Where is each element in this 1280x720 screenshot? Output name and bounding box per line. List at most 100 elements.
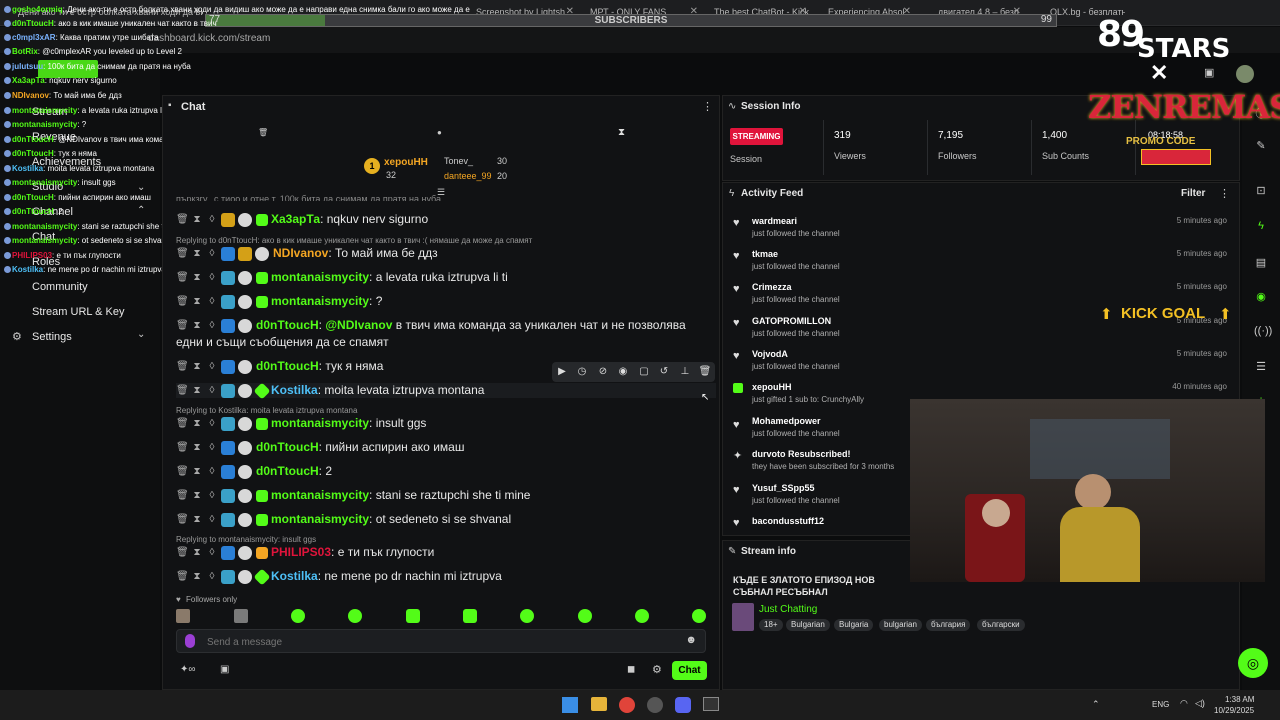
chat-rules-icon[interactable]: ◼ bbox=[627, 664, 635, 675]
volume-icon[interactable]: ◁) bbox=[1195, 698, 1205, 709]
app-icon[interactable] bbox=[647, 697, 663, 713]
chat-message[interactable]: 🗑 ⧗ ◊ montanaismycity: a levata ruka iztrup… bbox=[176, 270, 508, 285]
chat-bubble-icon[interactable]: ◉ bbox=[615, 364, 631, 380]
activity-time: 5 minutes ago bbox=[1176, 249, 1227, 258]
clock-time[interactable]: 1:38 AM bbox=[1225, 695, 1254, 704]
timeout-icon: ⧗ bbox=[193, 295, 201, 307]
category-link[interactable]: Just Chatting bbox=[759, 604, 817, 615]
chat-message[interactable]: 🗑 ⧗ ◊ d0nTtoucH: пийни аспирин ако имаш bbox=[176, 440, 464, 455]
chat-message-hovered[interactable]: 🗑 ⧗ ◊ Kostilka: moita levata iztrupva monta… bbox=[176, 382, 716, 400]
mute-icon[interactable]: ⊘ bbox=[595, 364, 611, 380]
gear-icon[interactable]: ⚙ bbox=[652, 663, 662, 676]
url-text[interactable]: dashboard.kick.com/stream bbox=[148, 33, 270, 44]
chat-message[interactable]: 🗑 ⧗ ◊ Ха3арТа: nqkuv nerv sigurno bbox=[176, 212, 428, 227]
clock-icon[interactable]: ◷ bbox=[574, 364, 590, 380]
undo-icon[interactable]: ↺ bbox=[656, 364, 672, 380]
sidebar-item-community[interactable]: Community bbox=[32, 281, 88, 293]
chat-message[interactable]: 🗑 ⧗ ◊ montanaismycity: stani se raztupchi s… bbox=[176, 488, 530, 503]
copy-icon[interactable]: ▢ bbox=[636, 364, 652, 380]
tag[interactable]: Bulgarian bbox=[786, 619, 830, 631]
chat-message-input[interactable] bbox=[207, 634, 667, 650]
chat-message[interactable]: 🗑 ⧗ ◊ PHILIPS03: е ти пък глупости bbox=[176, 545, 434, 560]
activity-name[interactable]: Mohamedpower bbox=[752, 416, 821, 426]
chevron-up-icon[interactable]: ⌃ bbox=[137, 205, 145, 216]
chat-bubble-icon[interactable]: ● bbox=[437, 128, 442, 137]
emote[interactable] bbox=[463, 609, 477, 623]
chat-message[interactable]: 🗑 ⧗ ◊ NDIvanov: То май има бе ддз bbox=[176, 246, 438, 261]
edit-icon[interactable]: ✎ bbox=[1254, 139, 1268, 153]
trash-icon: 🗑 bbox=[176, 465, 189, 477]
emote[interactable] bbox=[234, 609, 248, 623]
chat-message[interactable]: 🗑 ⧗ ◊ montanaismycity: ot sedeneto si se sh… bbox=[176, 512, 511, 527]
sidebar-item-stream-url[interactable]: Stream URL & Key bbox=[32, 306, 125, 318]
chat-message[interactable]: 🗑 ⧗ ◊ Kostilka: ne mene po dr nachin mi izt… bbox=[176, 568, 502, 586]
more-options-icon[interactable]: ⋮ bbox=[702, 100, 713, 113]
trash-icon[interactable]: 🗑 bbox=[697, 364, 713, 380]
tag[interactable]: Bulgaria bbox=[834, 619, 874, 631]
activity-name[interactable]: xepouHH bbox=[752, 382, 792, 392]
lightning-icon[interactable]: ϟ bbox=[1254, 220, 1268, 234]
emote[interactable] bbox=[692, 609, 706, 623]
trash-icon[interactable]: 🗑 bbox=[258, 128, 268, 137]
clock-date[interactable]: 10/29/2025 bbox=[1214, 706, 1254, 715]
emote[interactable] bbox=[578, 609, 592, 623]
emote[interactable] bbox=[176, 609, 190, 623]
zenremasta-logo: ZENREMASTA bbox=[1088, 88, 1280, 126]
chat-message[interactable]: 🗑 ⧗ ◊ d0nTtoucH: @NDIvanov в твич има коман… bbox=[176, 318, 686, 333]
category-thumbnail[interactable] bbox=[732, 603, 754, 631]
chat-message[interactable]: 🗑 ⧗ ◊ d0nTtoucH: 2 bbox=[176, 464, 332, 479]
terminal-icon[interactable] bbox=[703, 697, 719, 711]
discord-icon[interactable] bbox=[675, 697, 691, 713]
emote[interactable] bbox=[291, 609, 305, 623]
send-chat-button[interactable]: Chat bbox=[672, 661, 707, 680]
settings-icon[interactable]: ✦∞ bbox=[180, 664, 196, 675]
screen-icon[interactable]: ▣ bbox=[1204, 66, 1214, 79]
moderator-badge-icon bbox=[221, 545, 235, 560]
emote[interactable] bbox=[348, 609, 362, 623]
activity-name[interactable]: durvoto Resubscribed! bbox=[752, 449, 851, 459]
tag[interactable]: 18+ bbox=[759, 619, 783, 631]
windows-start-icon[interactable] bbox=[562, 697, 578, 713]
activity-name[interactable]: tkmae bbox=[752, 249, 778, 259]
activity-name[interactable]: wardmeari bbox=[752, 216, 797, 226]
crop-icon[interactable]: ⊡ bbox=[1254, 184, 1268, 198]
tag[interactable]: bulgarian bbox=[879, 619, 922, 631]
activity-name[interactable]: Yusuf_SSpp55 bbox=[752, 483, 815, 493]
chat-message[interactable]: 🗑 ⧗ ◊ montanaismycity: ? bbox=[176, 294, 382, 309]
emoji-icon[interactable]: ☻ bbox=[685, 634, 697, 646]
emote[interactable] bbox=[635, 609, 649, 623]
tag[interactable]: български bbox=[977, 619, 1025, 631]
broadcast-icon[interactable]: ((·)) bbox=[1254, 325, 1272, 339]
emote[interactable] bbox=[520, 609, 534, 623]
chat-input-box[interactable]: ☻ bbox=[176, 629, 706, 653]
chevron-up-icon[interactable]: ⌃ bbox=[1092, 699, 1100, 710]
avatar[interactable] bbox=[1236, 65, 1254, 83]
pin-icon[interactable]: ⊥ bbox=[677, 364, 693, 380]
trash-icon: 🗑 bbox=[176, 513, 189, 525]
activity-name[interactable]: bacondusstuff12 bbox=[752, 516, 824, 526]
chrome-icon[interactable] bbox=[619, 697, 635, 713]
chevron-down-icon[interactable]: ⌄ bbox=[137, 182, 145, 193]
clipboard-icon[interactable]: ▤ bbox=[1254, 256, 1268, 270]
wifi-icon[interactable]: ◠ bbox=[1180, 698, 1188, 709]
tag[interactable]: българия bbox=[926, 619, 971, 631]
chevron-down-icon[interactable]: ⌄ bbox=[137, 329, 145, 340]
more-options-icon[interactable]: ⋮ bbox=[1219, 187, 1230, 200]
emote[interactable] bbox=[406, 609, 420, 623]
chat-icon[interactable]: ◉ bbox=[1254, 290, 1268, 304]
language-indicator[interactable]: ENG bbox=[1152, 700, 1169, 709]
chat-message[interactable]: 🗑 ⧗ ◊ montanaismycity: insult ggs bbox=[176, 416, 426, 431]
chat-message[interactable]: 🗑 ⧗ ◊ d0nTtoucH: тук я няма bbox=[176, 359, 383, 374]
activity-name[interactable]: GATOPROMILLON bbox=[752, 316, 831, 326]
activity-name[interactable]: VojvodA bbox=[752, 349, 788, 359]
play-icon[interactable]: ▶ bbox=[554, 364, 570, 380]
sidebar-item-settings[interactable]: Settings bbox=[32, 331, 72, 343]
file-explorer-icon[interactable] bbox=[591, 697, 607, 711]
shield-icon: ◊ bbox=[209, 271, 215, 283]
microphone-icon[interactable] bbox=[185, 634, 195, 648]
activity-name[interactable]: Crimezza bbox=[752, 282, 792, 292]
support-chat-button[interactable]: ◎ bbox=[1238, 648, 1268, 678]
filter-button[interactable]: Filter bbox=[1181, 188, 1205, 199]
list-icon[interactable]: ☰ bbox=[1254, 360, 1268, 374]
store-icon[interactable]: ▣ bbox=[220, 664, 229, 675]
